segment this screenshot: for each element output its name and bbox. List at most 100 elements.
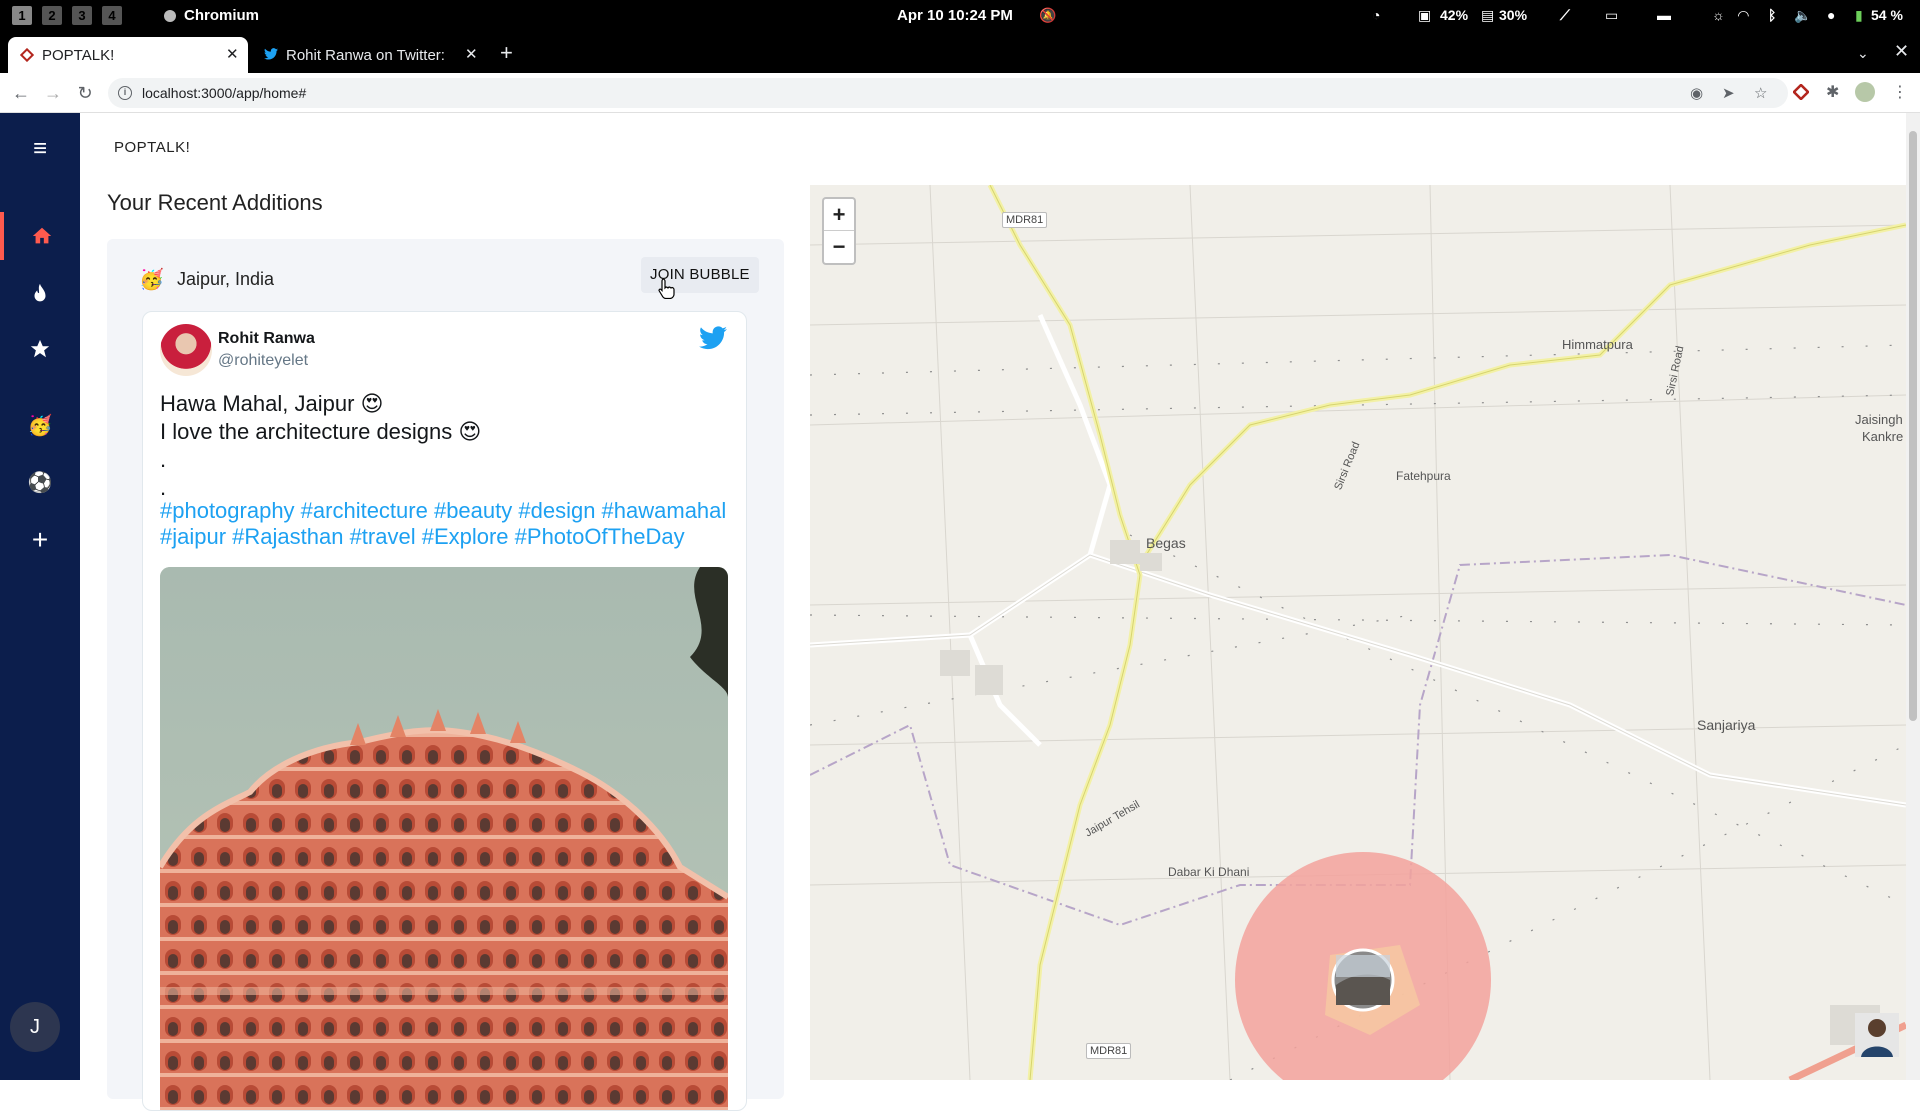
tab-close-icon[interactable]: ✕ — [465, 45, 478, 63]
browser-menu-icon[interactable]: ⋮ — [1892, 82, 1908, 102]
address-url[interactable]: localhost:3000/app/home# — [142, 85, 306, 101]
new-tab-button[interactable]: + — [500, 42, 513, 64]
sidebar-item-home[interactable] — [0, 212, 80, 260]
notifications-muted-icon[interactable]: 🔕 — [1039, 7, 1056, 24]
webcam-overlay-person-icon — [1855, 1013, 1899, 1057]
chromium-icon — [164, 10, 176, 22]
tab-title: POPTALK! — [42, 47, 115, 64]
tab-poptalk[interactable]: POPTALK! ✕ — [8, 37, 248, 73]
add-bubble-button[interactable]: + — [0, 516, 80, 564]
sidebar-item-trending[interactable] — [0, 270, 80, 318]
map-label-dabar-ki-dhani: Dabar Ki Dhani — [1168, 865, 1250, 879]
map-label-begas: Begas — [1146, 535, 1186, 551]
tweet-author-handle[interactable]: @rohiteyelet — [218, 352, 308, 370]
sidebar-item-favorites[interactable] — [0, 325, 80, 373]
bubble-location: Jaipur, India — [177, 269, 275, 289]
map-label-himmatpura: Himmatpura — [1562, 337, 1633, 352]
hand-cursor-icon — [658, 278, 675, 299]
bookmark-star-icon[interactable]: ☆ — [1754, 84, 1767, 102]
forward-arrow-icon[interactable]: → — [42, 82, 64, 104]
bluetooth-icon[interactable]: ᛒ — [1768, 7, 1776, 23]
map-tiles — [810, 185, 1906, 1080]
app-brand[interactable]: POPTALK! — [114, 139, 190, 156]
map-zoom-control: + − — [822, 197, 856, 265]
send-tab-icon[interactable]: ➤ — [1722, 84, 1735, 102]
memory-usage: 30% — [1499, 7, 1528, 23]
bubble-emoji: 🥳 — [139, 269, 164, 291]
poptalk-extension-icon[interactable] — [1793, 84, 1809, 100]
tweet-line: . — [160, 447, 167, 472]
map-label-sanjariya: Sanjariya — [1697, 717, 1756, 733]
clock[interactable]: Apr 10 10:24 PM — [897, 7, 1013, 24]
microphone-icon[interactable]: ● — [1827, 7, 1835, 23]
tweet-author-name[interactable]: Rohit Ranwa — [218, 330, 315, 348]
bubble-marker-avatar[interactable] — [1331, 948, 1395, 1012]
tweet-text: Hawa Mahal, Jaipur 😍 I love the architec… — [160, 390, 740, 502]
reload-icon[interactable]: ↻ — [74, 82, 96, 104]
cpu-usage: 42% — [1440, 7, 1469, 23]
zoom-out-button[interactable]: − — [824, 231, 854, 263]
star-icon — [30, 339, 50, 358]
battery-icon: ▮ — [1855, 7, 1863, 23]
hawa-mahal-photo — [160, 567, 728, 1110]
poptalk-app: ≡ 🥳 ⚽ + J POPTALK! Your Recent Additions… — [0, 113, 1920, 1111]
back-arrow-icon[interactable]: ← — [10, 82, 32, 104]
browser-toolbar: ← → ↻ i localhost:3000/app/home# ◉ ➤ ☆ ✱… — [0, 73, 1920, 113]
tab-close-icon[interactable]: ✕ — [226, 45, 239, 63]
wifi-icon[interactable]: ◠ — [1738, 7, 1749, 24]
workspace-3[interactable]: 3 — [72, 6, 92, 25]
clipboard-icon[interactable]: ▭ — [1605, 7, 1618, 24]
os-top-bar: 1 2 3 4 Chromium Apr 10 10:24 PM 🔕 ◔ ▣ 4… — [0, 0, 1920, 31]
tweet-line: I love the architecture designs 😍 — [160, 419, 482, 444]
twitter-bird-icon[interactable] — [699, 326, 727, 350]
map-label-kankre: Kankre — [1862, 429, 1904, 444]
map-label-fatehpura: Fatehpura — [1396, 469, 1451, 483]
tab-twitter[interactable]: Rohit Ranwa on Twitter: ✕ — [252, 37, 482, 73]
page-scrollbar[interactable] — [1906, 113, 1920, 1080]
memory-icon: ▤ — [1481, 7, 1495, 23]
sidebar-item-party-bubble[interactable]: 🥳 — [0, 402, 80, 450]
road-label-mdr81: MDR81 — [1002, 212, 1048, 228]
map-label-jaisingh: Jaisingh — [1855, 412, 1903, 427]
workspace-2[interactable]: 2 — [42, 6, 62, 25]
scrollbar-thumb[interactable] — [1909, 131, 1917, 721]
workspace-1[interactable]: 1 — [12, 6, 32, 25]
zoom-in-button[interactable]: + — [824, 199, 854, 231]
sidebar-rail: ≡ 🥳 ⚽ + J — [0, 113, 80, 1080]
section-title: Your Recent Additions — [107, 190, 323, 215]
hashtag-line[interactable]: #photography #architecture #beauty #desi… — [160, 498, 740, 524]
extensions-puzzle-icon[interactable]: ✱ — [1826, 82, 1839, 102]
workspace-4[interactable]: 4 — [102, 6, 122, 25]
road-label-mdr81: MDR81 — [1086, 1043, 1132, 1059]
tools-icon[interactable]: ⟋ — [1560, 7, 1570, 24]
poptalk-favicon-icon — [20, 48, 34, 62]
address-bar[interactable]: i localhost:3000/app/home# ◉ ➤ ☆ — [108, 78, 1788, 108]
tweet-hashtags[interactable]: #photography #architecture #beauty #desi… — [160, 498, 740, 550]
tab-title: Rohit Ranwa on Twitter: — [286, 47, 445, 64]
sidebar-item-sports-bubble[interactable]: ⚽ — [0, 459, 80, 507]
map-view[interactable]: + − MDR81 MDR81 Himmatpura Sirsi Road Si… — [810, 185, 1906, 1080]
cpu-icon-2: ▣ — [1418, 7, 1432, 23]
tweet-line: Hawa Mahal, Jaipur 😍 — [160, 391, 384, 416]
battery-level: 54 % — [1871, 7, 1903, 23]
window-close-icon[interactable]: ✕ — [1894, 41, 1909, 62]
profile-avatar-icon[interactable] — [1855, 82, 1875, 102]
tweet-photo[interactable] — [160, 567, 728, 1110]
browser-tab-strip: POPTALK! ✕ Rohit Ranwa on Twitter: ✕ + ⌄… — [0, 31, 1920, 73]
display-icon[interactable]: ▬ — [1657, 7, 1671, 23]
tab-search-chevron-icon[interactable]: ⌄ — [1857, 45, 1869, 62]
menu-hamburger-icon[interactable]: ≡ — [0, 125, 80, 173]
site-info-icon[interactable]: i — [118, 86, 132, 100]
active-app-name: Chromium — [184, 7, 259, 24]
recent-addition-card: 🥳 Jaipur, India JOIN BUBBLE Rohit Ranwa … — [107, 239, 784, 1111]
volume-icon[interactable]: 🔈 — [1794, 7, 1811, 24]
fire-icon — [34, 283, 46, 302]
home-icon — [32, 227, 52, 244]
tweet-author-avatar[interactable] — [160, 324, 212, 376]
brightness-icon[interactable]: ☼ — [1712, 7, 1725, 23]
twitter-favicon-icon — [264, 48, 278, 60]
tracking-blocked-icon[interactable]: ◉ — [1690, 84, 1703, 102]
tweet-embed[interactable]: Rohit Ranwa @rohiteyelet Hawa Mahal, Jai… — [142, 311, 747, 1111]
hashtag-line[interactable]: #jaipur #Rajasthan #travel #Explore #Pho… — [160, 524, 740, 550]
user-avatar[interactable]: J — [10, 1002, 60, 1052]
